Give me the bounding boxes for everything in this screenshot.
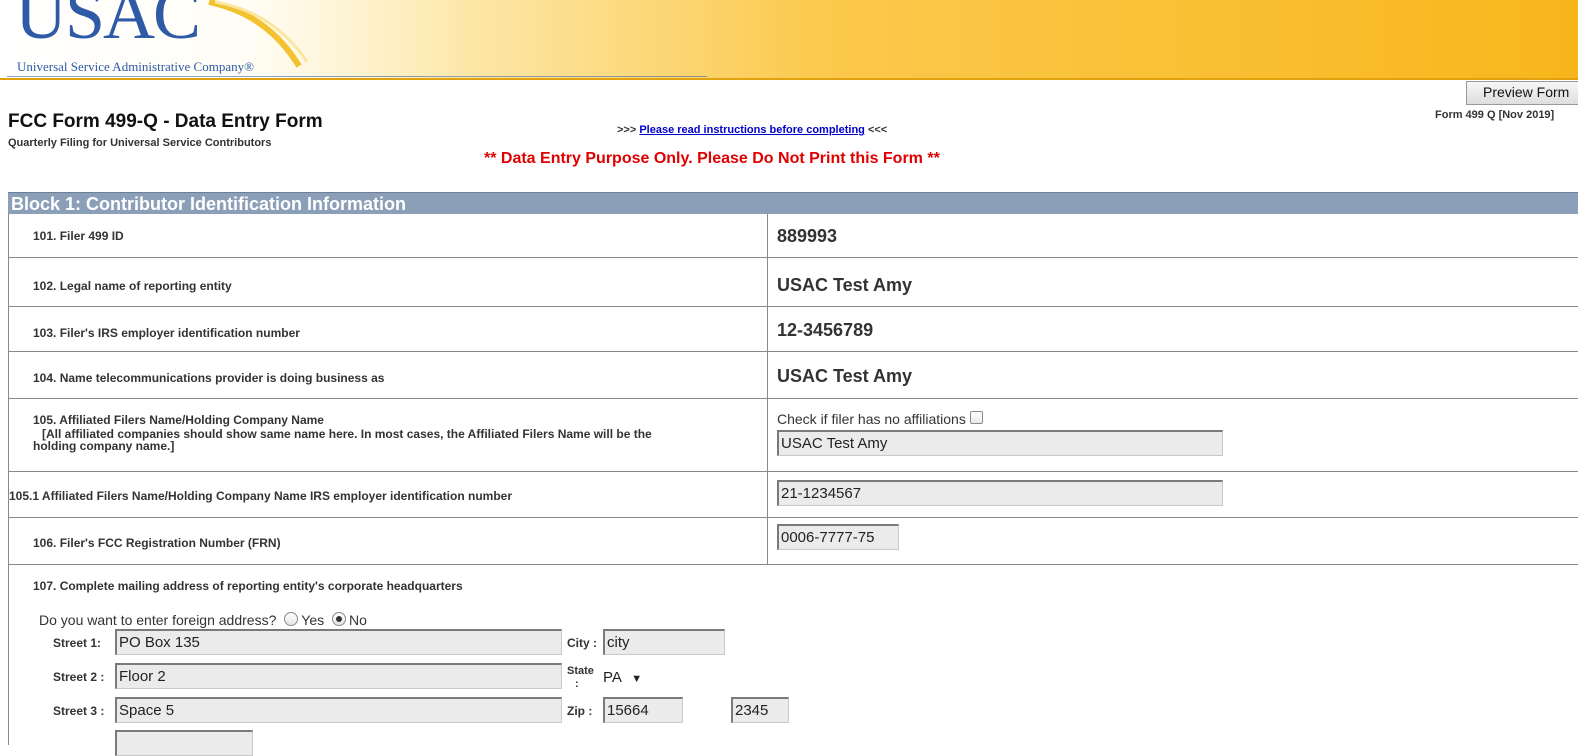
row-107: 107. Complete mailing address of reporti… bbox=[8, 565, 1578, 756]
frn-input[interactable]: 0006-7777-75 bbox=[777, 524, 899, 550]
instructions-line: >>> Please read instructions before comp… bbox=[617, 124, 887, 136]
do-not-print-warning: ** Data Entry Purpose Only. Please Do No… bbox=[484, 150, 940, 167]
street1-input[interactable]: PO Box 135 bbox=[115, 629, 562, 655]
row-102: 102. Legal name of reporting entity USAC… bbox=[8, 258, 1578, 307]
legal-name-value: USAC Test Amy bbox=[777, 275, 913, 295]
instructions-link[interactable]: Please read instructions before completi… bbox=[639, 124, 865, 136]
logo-text: USAC bbox=[15, 0, 201, 54]
column-divider bbox=[767, 399, 768, 471]
row-101: 101. Filer 499 ID 889993 bbox=[8, 214, 1578, 258]
row-103: 103. Filer's IRS employer identification… bbox=[8, 307, 1578, 352]
logo-tagline: Universal Service Administrative Company… bbox=[17, 59, 254, 74]
preview-form-button[interactable]: Preview Form bbox=[1466, 81, 1578, 105]
row-104: 104. Name telecommunications provider is… bbox=[8, 352, 1578, 399]
country-input[interactable] bbox=[115, 730, 253, 756]
street1-label: Street 1: bbox=[53, 636, 102, 650]
filer-499-id-value: 889993 bbox=[777, 226, 838, 246]
zip-extension-input[interactable]: 2345 bbox=[731, 697, 789, 723]
foreign-yes-radio[interactable] bbox=[284, 612, 299, 626]
line-106-label: 106. Filer's FCC Registration Number (FR… bbox=[33, 536, 281, 550]
page-subtitle: Quarterly Filing for Universal Service C… bbox=[8, 137, 272, 149]
banner-rule bbox=[7, 76, 707, 77]
no-affiliations-label: Check if filer has no affiliations bbox=[777, 411, 966, 427]
foreign-no-radio[interactable] bbox=[332, 612, 346, 626]
line-102-label: 102. Legal name of reporting entity bbox=[33, 279, 232, 293]
state-value: PA bbox=[603, 669, 622, 686]
affiliated-ein-input[interactable]: 21-1234567 bbox=[777, 480, 1223, 506]
line-101-label: 101. Filer 499 ID bbox=[33, 229, 124, 243]
column-divider bbox=[767, 472, 768, 517]
dba-name-value: USAC Test Amy bbox=[777, 366, 913, 386]
line-105-label: 105. Affiliated Filers Name/Holding Comp… bbox=[33, 413, 324, 427]
foreign-address-question-text: Do you want to enter foreign address? bbox=[39, 612, 277, 628]
block1-header: Block 1: Contributor Identification Info… bbox=[8, 192, 1578, 214]
page-title: FCC Form 499-Q - Data Entry Form bbox=[8, 111, 323, 132]
street3-input[interactable]: Space 5 bbox=[115, 697, 562, 723]
state-label-colon: : bbox=[575, 678, 579, 690]
column-divider bbox=[767, 214, 768, 257]
foreign-address-question: Do you want to enter foreign address? Ye… bbox=[39, 612, 367, 628]
affiliated-filers-name-input[interactable]: USAC Test Amy bbox=[777, 430, 1223, 456]
line-105-1-label: 105.1 Affiliated Filers Name/Holding Com… bbox=[9, 489, 512, 503]
city-input[interactable]: city bbox=[603, 629, 725, 655]
zip-input[interactable]: 15664 bbox=[603, 697, 683, 723]
instructions-suffix: <<< bbox=[867, 124, 888, 136]
no-affiliations-checkbox[interactable] bbox=[969, 411, 983, 424]
instructions-prefix: >>> bbox=[617, 124, 640, 136]
line-105-note-2: holding company name.] bbox=[33, 439, 175, 453]
state-label: State bbox=[567, 665, 594, 677]
column-divider bbox=[767, 518, 768, 564]
usac-banner: USAC Universal Service Administrative Co… bbox=[0, 0, 1578, 80]
column-divider bbox=[767, 352, 768, 398]
column-divider bbox=[767, 258, 768, 306]
line-103-label: 103. Filer's IRS employer identification… bbox=[33, 326, 300, 340]
row-106: 106. Filer's FCC Registration Number (FR… bbox=[8, 518, 1578, 565]
row-105-1: 105.1 Affiliated Filers Name/Holding Com… bbox=[8, 472, 1578, 518]
street2-label: Street 2 : bbox=[53, 670, 105, 684]
column-divider bbox=[767, 307, 768, 351]
line-104-label: 104. Name telecommunications provider is… bbox=[33, 371, 385, 385]
no-affiliations-check-line: Check if filer has no affiliations bbox=[777, 411, 983, 427]
usac-logo: USAC Universal Service Administrative Co… bbox=[7, 0, 309, 78]
street2-input[interactable]: Floor 2 bbox=[115, 663, 562, 689]
row-105: 105. Affiliated Filers Name/Holding Comp… bbox=[8, 399, 1578, 472]
line-107-label: 107. Complete mailing address of reporti… bbox=[33, 579, 463, 593]
foreign-yes-label: Yes bbox=[301, 612, 325, 628]
banner-bottom-border bbox=[0, 78, 1578, 80]
city-label: City : bbox=[567, 636, 597, 650]
form-version: Form 499 Q [Nov 2019] bbox=[1435, 109, 1555, 121]
dropdown-arrow-icon: ▼ bbox=[631, 673, 643, 685]
irs-ein-value: 12-3456789 bbox=[777, 320, 874, 340]
foreign-no-label: No bbox=[349, 612, 367, 628]
state-select[interactable]: PA ▼ bbox=[603, 669, 642, 686]
zip-label: Zip : bbox=[567, 704, 593, 718]
street3-label: Street 3 : bbox=[53, 704, 105, 718]
